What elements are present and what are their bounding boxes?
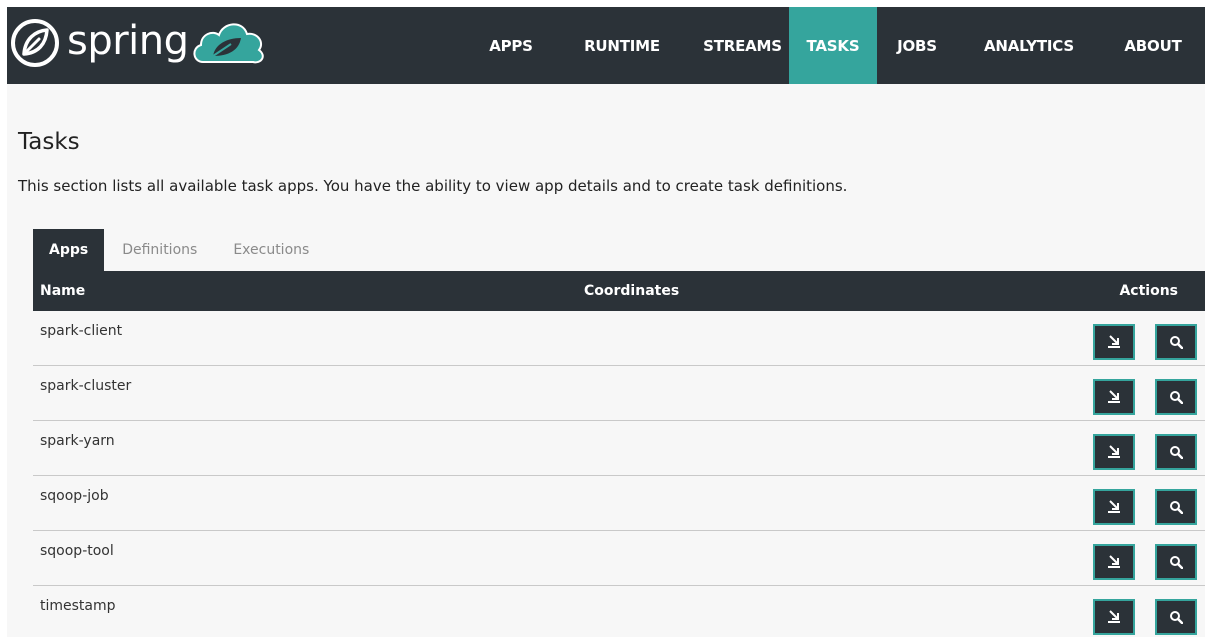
page-description: This section lists all available task ap…: [18, 177, 848, 195]
column-header-coordinates: Coordinates: [584, 283, 680, 299]
table-row: spark-client: [33, 311, 1205, 366]
cloud-icon: [193, 23, 264, 64]
view-details-button[interactable]: [1155, 489, 1197, 525]
create-definition-icon: [1108, 500, 1120, 513]
column-header-name[interactable]: Name: [40, 271, 85, 311]
create-definition-icon: [1108, 445, 1120, 458]
nav-jobs[interactable]: JOBS: [877, 7, 957, 84]
top-navbar: spring APPS RUNTIME STREAMS TASKS JOBS A…: [7, 7, 1205, 84]
brand-name: spring: [67, 18, 189, 64]
create-definition-icon: [1108, 555, 1120, 568]
tab-definitions[interactable]: Definitions: [104, 229, 215, 271]
nav-about[interactable]: ABOUT: [1101, 7, 1205, 84]
search-icon: [1170, 556, 1183, 569]
app-name: timestamp: [40, 598, 116, 614]
search-icon: [1170, 336, 1183, 349]
task-tabs: Apps Definitions Executions: [33, 229, 327, 271]
column-header-actions: Actions: [1119, 283, 1178, 299]
search-icon: [1170, 611, 1183, 624]
nav-tasks[interactable]: TASKS: [789, 7, 877, 84]
view-details-button[interactable]: [1155, 379, 1197, 415]
tab-executions[interactable]: Executions: [215, 229, 327, 271]
nav-runtime[interactable]: RUNTIME: [548, 7, 696, 84]
table-row: timestamp: [33, 586, 1205, 637]
search-icon: [1170, 501, 1183, 514]
create-definition-button[interactable]: [1093, 324, 1135, 360]
app-name: sqoop-tool: [40, 543, 114, 559]
app-frame: spring APPS RUNTIME STREAMS TASKS JOBS A…: [7, 7, 1205, 637]
view-details-button[interactable]: [1155, 324, 1197, 360]
table-row: sqoop-job: [33, 476, 1205, 531]
nav-apps[interactable]: APPS: [474, 7, 548, 84]
app-name: spark-client: [40, 323, 123, 339]
tab-apps[interactable]: Apps: [33, 229, 105, 271]
create-definition-button[interactable]: [1093, 434, 1135, 470]
create-definition-icon: [1108, 610, 1120, 623]
nav-streams[interactable]: STREAMS: [696, 7, 789, 84]
view-details-button[interactable]: [1155, 434, 1197, 470]
task-apps-table: Name Coordinates Actions spark-client sp…: [33, 271, 1205, 637]
table-row: spark-yarn: [33, 421, 1205, 476]
app-name: spark-cluster: [40, 378, 132, 394]
table-row: sqoop-tool: [33, 531, 1205, 586]
spring-leaf-icon: [11, 19, 59, 67]
search-icon: [1170, 391, 1183, 404]
app-name: spark-yarn: [40, 433, 115, 449]
create-definition-icon: [1108, 390, 1120, 403]
page-title: Tasks: [18, 129, 80, 155]
table-header: Name Coordinates Actions: [33, 271, 1205, 311]
create-definition-button[interactable]: [1093, 599, 1135, 635]
table-row: spark-cluster: [33, 366, 1205, 421]
app-name: sqoop-job: [40, 488, 109, 504]
create-definition-button[interactable]: [1093, 379, 1135, 415]
view-details-button[interactable]: [1155, 599, 1197, 635]
nav-analytics[interactable]: ANALYTICS: [957, 7, 1101, 84]
main-nav: APPS RUNTIME STREAMS TASKS JOBS ANALYTIC…: [474, 7, 1205, 84]
create-definition-icon: [1108, 335, 1120, 348]
create-definition-button[interactable]: [1093, 544, 1135, 580]
spring-logo[interactable]: spring: [9, 13, 267, 73]
search-icon: [1170, 446, 1183, 459]
view-details-button[interactable]: [1155, 544, 1197, 580]
create-definition-button[interactable]: [1093, 489, 1135, 525]
